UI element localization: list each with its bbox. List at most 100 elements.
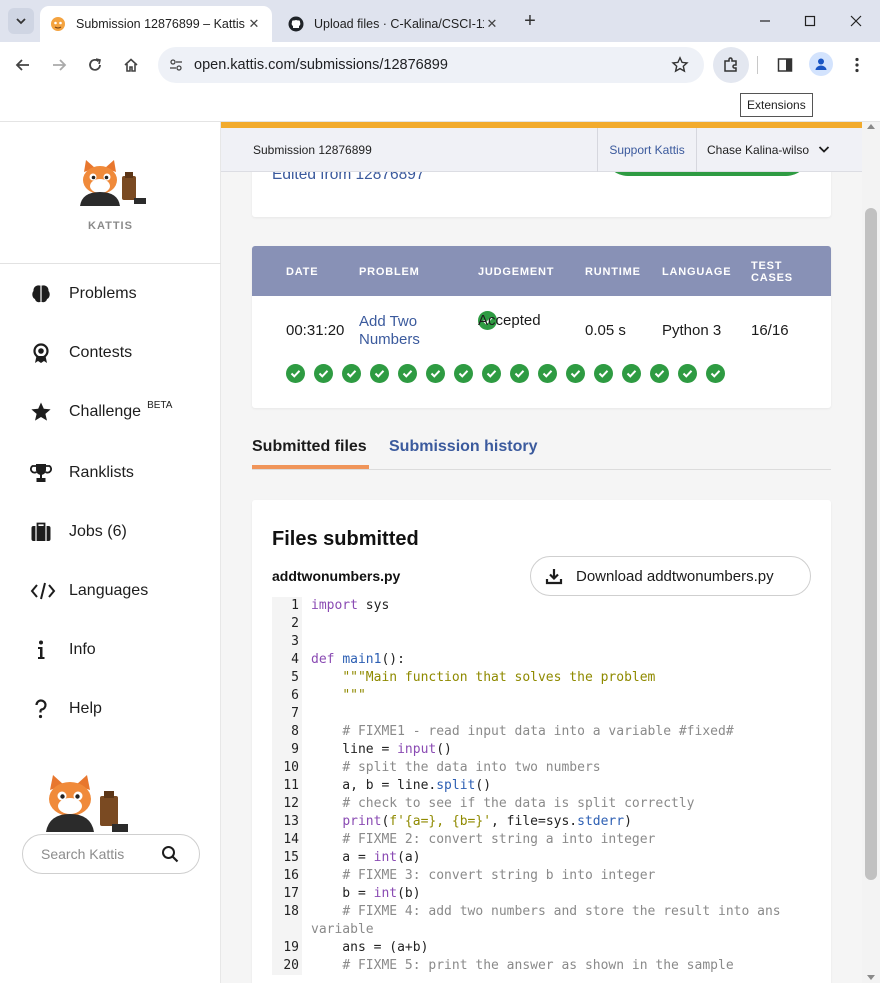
scroll-up-arrow-icon[interactable]: [867, 124, 875, 129]
code-line: 18 # FIXME 4: add two numbers and store …: [272, 903, 812, 939]
close-tab-icon[interactable]: ✕: [246, 16, 262, 32]
line-number: 7: [272, 705, 302, 723]
back-icon[interactable]: [9, 51, 37, 79]
tab-github-upload[interactable]: Upload files · C-Kalina/CSCI-110 ✕: [278, 6, 510, 42]
medal-icon: [30, 342, 60, 364]
judgement-text: Accepted: [478, 311, 541, 329]
code-line: 8 # FIXME1 - read input data into a vari…: [272, 723, 812, 741]
sidebar-item-problems[interactable]: Problems: [30, 279, 210, 309]
test-case-passed-icon: [454, 364, 473, 383]
line-number: 17: [272, 885, 302, 903]
test-case-passed-icon: [426, 364, 445, 383]
code-icon: [30, 580, 60, 602]
code-text: # FIXME1 - read input data into a variab…: [342, 724, 734, 739]
sidebar-divider: [0, 263, 221, 264]
tab-title: Upload files · C-Kalina/CSCI-110: [314, 17, 484, 31]
search-icon[interactable]: [161, 845, 179, 868]
support-kattis-link[interactable]: Support Kattis: [597, 128, 697, 172]
extensions-puzzle-icon[interactable]: [713, 47, 749, 83]
scroll-down-arrow-icon[interactable]: [867, 975, 875, 980]
page-scrollbar[interactable]: [862, 122, 880, 983]
chevron-down-icon[interactable]: [817, 142, 831, 161]
kebab-menu-icon[interactable]: [843, 51, 871, 79]
code-line: 2: [272, 615, 812, 633]
sidebar-item-label: Jobs (6): [69, 523, 127, 540]
code-text: def main1():: [311, 652, 405, 667]
code-text: """Main function that solves the problem: [342, 670, 656, 685]
tab-kattis-submission[interactable]: Submission 12876899 – Kattis, K ✕: [40, 6, 272, 42]
test-case-passed-icon: [398, 364, 417, 383]
reload-icon[interactable]: [81, 51, 109, 79]
test-case-passed-icon: [706, 364, 725, 383]
line-number: 1: [272, 597, 302, 615]
line-number: 15: [272, 849, 302, 867]
code-line: 20 # FIXME 5: print the answer as shown …: [272, 957, 812, 975]
sidebar-item-info[interactable]: Info: [30, 635, 210, 665]
kattis-logo[interactable]: [76, 158, 146, 206]
code-text: a, b = line.split(): [311, 778, 492, 793]
line-number: 8: [272, 723, 302, 741]
home-icon[interactable]: [117, 51, 145, 79]
tab-title: Submission 12876899 – Kattis, K: [76, 17, 246, 31]
address-bar[interactable]: open.kattis.com/submissions/12876899: [158, 47, 704, 83]
code-line: 5 """Main function that solves the probl…: [272, 669, 812, 687]
code-line: 17 b = int(b): [272, 885, 812, 903]
test-case-passed-icon: [370, 364, 389, 383]
tab-search-button[interactable]: [8, 8, 34, 34]
sidebar-item-languages[interactable]: Languages: [30, 576, 210, 606]
sidebar-item-help[interactable]: Help: [30, 694, 210, 724]
sidebar-item-ranklists[interactable]: Ranklists: [30, 458, 210, 488]
col-judgement: JUDGEMENT: [478, 266, 555, 278]
beta-badge: BETA: [147, 399, 173, 411]
sidebar-item-label: Languages: [69, 582, 149, 599]
submission-date: 00:31:20: [286, 322, 345, 339]
code-line: 4 def main1():: [272, 651, 812, 669]
code-viewer[interactable]: 1 import sys 2 3 4 def main1(): 5 """Main fu…: [272, 597, 812, 975]
sidebar-item-challenge[interactable]: Challenge BETA: [30, 397, 210, 427]
code-line: 14 # FIXME 2: convert string a into inte…: [272, 831, 812, 849]
search-input[interactable]: [41, 846, 153, 862]
tab-submitted-files[interactable]: Submitted files: [252, 438, 367, 456]
chevron-down-icon: [16, 18, 26, 25]
code-text: # FIXME 2: convert string a into integer: [342, 832, 656, 847]
problem-link[interactable]: Add Two: [359, 313, 417, 331]
new-tab-button[interactable]: +: [518, 10, 542, 34]
download-button[interactable]: Download addtwonumbers.py: [530, 556, 811, 596]
forward-icon[interactable]: [45, 51, 73, 79]
test-case-passed-icon: [566, 364, 585, 383]
code-line: 16 # FIXME 3: convert string b into inte…: [272, 867, 812, 885]
language-value: Python 3: [662, 322, 722, 339]
sidebar-item-label: Help: [69, 700, 102, 717]
test-case-passed-icon: [538, 364, 557, 383]
bookmark-star-icon[interactable]: [668, 56, 692, 74]
profile-avatar-icon[interactable]: [809, 52, 833, 76]
sidebar-item-jobs[interactable]: Jobs (6): [30, 517, 210, 547]
close-window-icon[interactable]: [843, 8, 869, 34]
minimize-icon[interactable]: [752, 8, 778, 34]
code-text: b = int(b): [311, 886, 421, 901]
sidebar-item-label: Challenge: [69, 403, 142, 420]
toolbar-divider: [757, 56, 758, 74]
close-tab-icon[interactable]: ✕: [484, 16, 500, 32]
question-icon: [30, 698, 60, 720]
side-panel-icon[interactable]: [771, 51, 799, 79]
maximize-icon[interactable]: [797, 8, 823, 34]
scrollbar-thumb[interactable]: [865, 208, 877, 880]
user-menu-name[interactable]: Chase Kalina-wilso: [707, 143, 809, 157]
github-favicon-icon: [288, 16, 304, 32]
extensions-tooltip: Extensions: [740, 93, 813, 117]
code-text: # split the data into two numbers: [342, 760, 601, 775]
code-line: 15 a = int(a): [272, 849, 812, 867]
code-line: 10 # split the data into two numbers: [272, 759, 812, 777]
submission-subbar: Submission 12876899 Support Kattis Chase…: [221, 128, 862, 172]
problem-link[interactable]: Numbers: [359, 331, 420, 349]
test-case-passed-icon: [594, 364, 613, 383]
files-card: Files submitted addtwonumbers.py Downloa…: [252, 500, 831, 983]
breadcrumb[interactable]: Submission 12876899: [253, 143, 372, 157]
sidebar-item-label: Ranklists: [69, 464, 134, 481]
sidebar-item-contests[interactable]: Contests: [30, 338, 210, 368]
site-info-icon[interactable]: [166, 58, 186, 72]
tab-submission-history[interactable]: Submission history: [389, 438, 537, 456]
code-line: 1 import sys: [272, 597, 812, 615]
